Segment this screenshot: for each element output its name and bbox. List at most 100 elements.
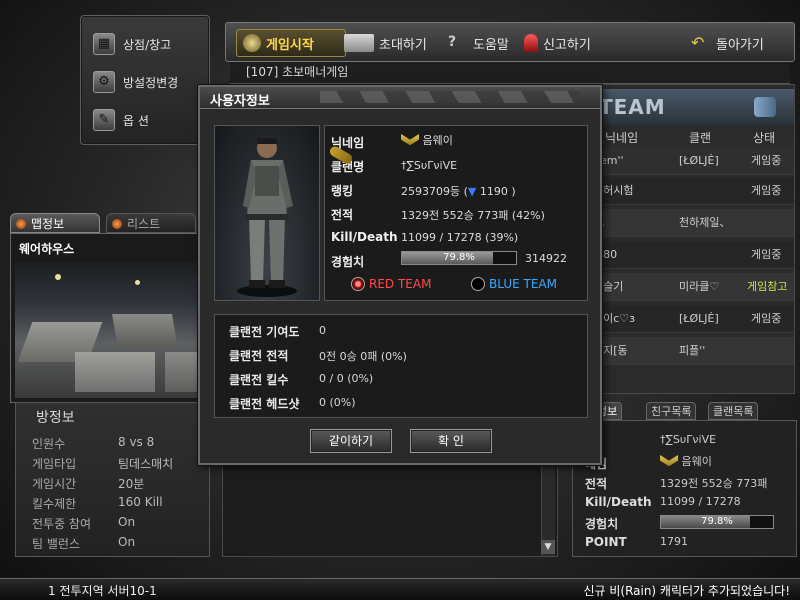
ranking-value-wrap: 2593709등 (▼ 1190 )	[401, 183, 516, 199]
envelope-icon	[344, 34, 374, 52]
tab-list[interactable]: 리스트	[106, 213, 196, 233]
titlebar-decoration	[320, 91, 580, 103]
tab-list-label: 리스트	[127, 217, 161, 231]
room-info-value: On	[118, 515, 136, 529]
clan-kills-label: 클랜전 킬수	[229, 373, 289, 387]
help-label: 도움말	[473, 37, 509, 53]
room-settings-label: 방설정변경	[123, 75, 179, 90]
player-status: 게임참고	[747, 280, 788, 293]
room-info-label: 팀 밸런스	[32, 537, 80, 551]
blue-team-radio[interactable]: BLUE TEAM	[471, 277, 557, 291]
kd-value: 11099 / 17278 (39%)	[401, 231, 519, 244]
room-info-label: 인원수	[32, 437, 66, 451]
character-portrait	[214, 125, 320, 301]
player-clan: [ŁØLJĖ]	[679, 312, 719, 325]
bottom-status-bar: 1 전투지역 서버10-1 신규 비(Rain) 캐릭터가 추가되었습니다!	[0, 578, 800, 600]
col-clan: 클랜	[689, 131, 712, 145]
ranking-change: 1190 )	[479, 185, 516, 198]
back-label: 돌아가기	[716, 37, 764, 53]
rank-badge-icon	[401, 134, 419, 146]
col-nickname: 닉네임	[605, 131, 639, 145]
room-info-label: 전투중 참여	[32, 517, 92, 531]
my-clan-value: †∑SυΓνiVE	[660, 433, 717, 446]
shop-icon: ▦	[93, 33, 115, 55]
clan-value: †∑SυΓνiVE	[401, 159, 458, 172]
my-kd-value: 11099 / 17278	[660, 495, 741, 508]
start-game-label: 게임시작	[266, 37, 314, 53]
report-button[interactable]: 신고하기	[524, 29, 591, 57]
kd-label: Kill/Death	[331, 230, 398, 244]
exp-percent: 79.8%	[443, 252, 475, 263]
room-info-label: 게임시간	[32, 477, 77, 491]
play-together-button[interactable]: 같이하기	[310, 429, 392, 453]
room-info-label: 킬수제한	[32, 497, 77, 511]
chevron-down-icon[interactable]: ▼	[541, 540, 555, 554]
report-label: 신고하기	[543, 37, 591, 53]
room-info-value: 20분	[118, 477, 145, 491]
clan-war-stats-box: 클랜전 기여도 0 클랜전 전적 0전 0승 0패 (0%) 클랜전 킬수 0 …	[214, 314, 588, 418]
exp-bar: 79.8%	[401, 251, 517, 265]
right-bottom-tabs: 정보 친구목록 클랜목록	[572, 402, 797, 420]
clan-contrib-label: 클랜전 기여도	[229, 325, 300, 339]
my-kd-label: Kill/Death	[585, 495, 652, 509]
user-info-dialog: 사용자정보 닉네임 음웨이 클랜명 †∑SυΓνiVE 랭킹 2593709등 …	[198, 85, 602, 465]
my-point-label: POINT	[585, 535, 627, 549]
options-button[interactable]: ✎ 옵 션	[93, 106, 149, 134]
clan-headshot-label: 클랜전 헤드샷	[229, 397, 300, 411]
back-arrow-icon: ↶	[691, 33, 705, 52]
player-status: 게임중	[751, 154, 782, 167]
clan-contrib-value: 0	[319, 324, 326, 337]
tab-map-info-label: 맵정보	[31, 217, 65, 231]
my-record-value: 1329전 552승 773패	[660, 477, 768, 490]
record-label: 전적	[331, 208, 354, 222]
player-status: 게임중	[751, 248, 782, 261]
clan-record-label: 클랜전 전적	[229, 349, 289, 363]
player-status: 게임중	[751, 312, 782, 325]
room-settings-button[interactable]: ⚙ 방설정변경	[93, 68, 178, 96]
top-toolbar: 게임시작 초대하기 ? 도움말 신고하기 ↶ 돌아가기	[225, 22, 795, 62]
menu-panel: ▦ 상점/창고 ⚙ 방설정변경 ✎ 옵 션	[80, 15, 210, 145]
dialog-titlebar[interactable]: 사용자정보	[200, 87, 600, 109]
player-status: 게임중	[751, 184, 782, 197]
tab-clans[interactable]: 클랜목록	[708, 402, 759, 420]
my-record-label: 전적	[585, 477, 608, 491]
rank-down-icon: ▼	[467, 185, 477, 198]
red-team-label: RED TEAM	[369, 277, 432, 291]
invite-button[interactable]: 초대하기	[344, 29, 427, 57]
tab-friends[interactable]: 친구목록	[646, 402, 697, 420]
chat-panel[interactable]: ▼	[222, 465, 558, 557]
red-team-radio[interactable]: RED TEAM	[351, 277, 431, 291]
rank-badge-icon	[660, 455, 678, 467]
room-info-value: 팀데스매치	[118, 457, 174, 471]
grenade-icon	[243, 34, 261, 52]
options-label: 옵 션	[123, 113, 149, 128]
exp-value: 314922	[525, 252, 567, 265]
room-info-value: 160 Kill	[118, 495, 163, 509]
help-button[interactable]: ? 도움말	[448, 29, 509, 57]
map-panel: 웨어하우스	[10, 233, 210, 403]
exp-label: 경험치	[331, 255, 365, 269]
server-label: 1 전투지역 서버10-1	[48, 584, 157, 598]
dialog-title: 사용자정보	[210, 94, 270, 109]
room-info-label: 게임타입	[32, 457, 77, 471]
room-info-title: 방정보	[36, 410, 75, 426]
my-exp-bar: 79.8%	[660, 515, 774, 529]
tab-dot-icon	[16, 219, 26, 229]
player-clan: [ŁØLJĖ]	[679, 154, 719, 167]
help-icon: ?	[448, 34, 457, 50]
ok-button[interactable]: 확 인	[410, 429, 492, 453]
col-status: 상태	[753, 131, 776, 145]
player-clan: 미라클♡	[679, 280, 720, 293]
map-preview-image	[15, 262, 205, 398]
shop-label: 상점/창고	[123, 37, 172, 52]
start-game-button[interactable]: 게임시작	[236, 29, 346, 57]
tab-map-info[interactable]: 맵정보	[10, 213, 100, 233]
record-value: 1329전 552승 773패 (42%)	[401, 209, 545, 222]
shop-button[interactable]: ▦ 상점/창고	[93, 30, 171, 58]
ranking-value: 2593709등 (	[401, 185, 468, 198]
my-nick: 음웨이	[660, 453, 712, 469]
room-info-value: 8 vs 8	[118, 435, 155, 449]
back-button[interactable]: ↶ 돌아가기	[691, 29, 764, 57]
my-exp-label: 경험치	[585, 517, 619, 531]
invite-label: 초대하기	[379, 37, 427, 53]
